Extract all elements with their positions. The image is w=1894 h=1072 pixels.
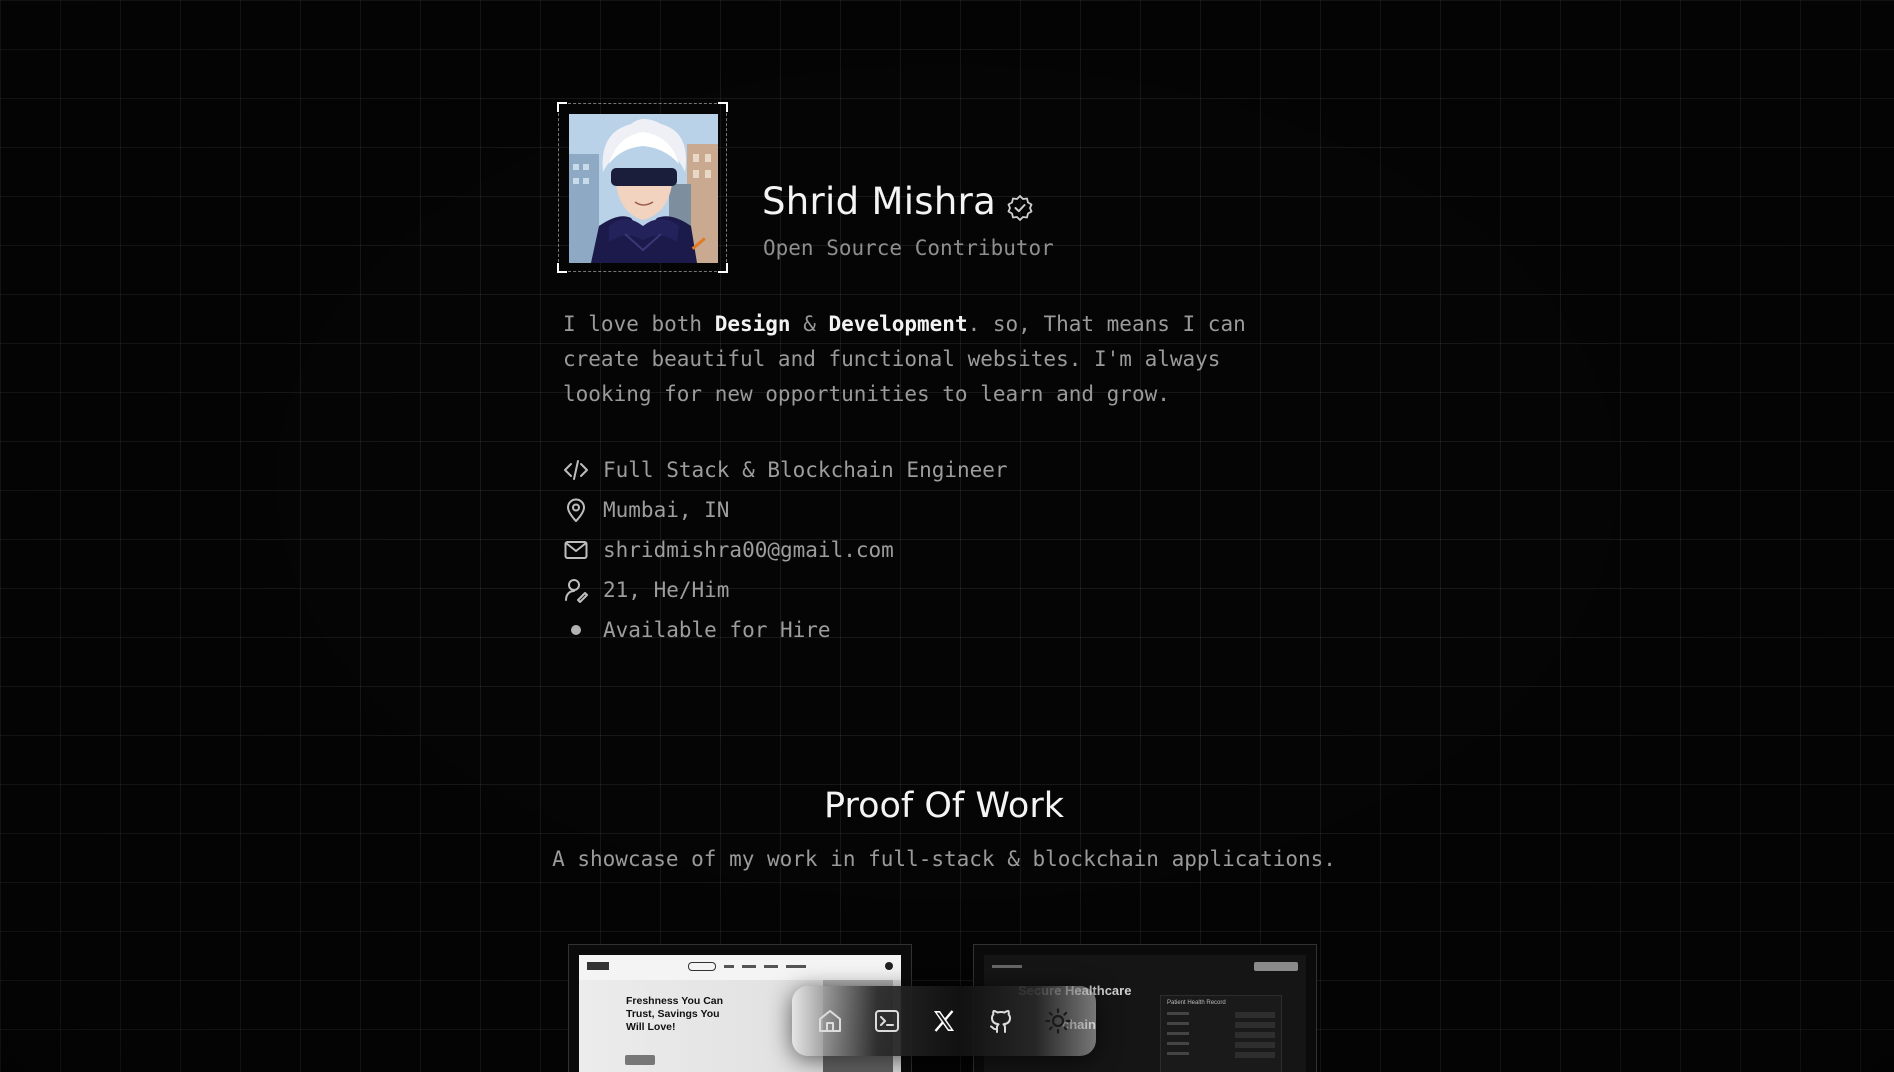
portfolio-page: Shrid Mishra Open Source Contributor I l… <box>0 0 1894 1072</box>
dock-github-button[interactable] <box>981 1001 1021 1041</box>
frame-corner <box>557 263 567 273</box>
bio-highlight-development: Development <box>828 312 968 336</box>
detail-item-pronouns: 21, He/Him <box>563 570 1008 610</box>
github-icon <box>989 1009 1011 1033</box>
bio-paragraph: I love both Design & Development. so, Th… <box>563 307 1263 412</box>
bio-highlight-design: Design <box>714 312 791 336</box>
dock-terminal-button[interactable] <box>867 1001 907 1041</box>
sun-icon <box>1044 1008 1071 1034</box>
user-pronouns-icon <box>563 577 589 603</box>
detail-text: Full Stack & Blockchain Engineer <box>603 458 1008 482</box>
dock-x-button[interactable] <box>924 1001 964 1041</box>
floating-dock <box>792 986 1096 1056</box>
detail-item-availability: Available for Hire <box>563 610 1008 650</box>
verified-badge-icon <box>1006 188 1034 221</box>
location-pin-icon <box>563 497 589 523</box>
mini-navbar <box>579 955 901 977</box>
mini-navbar <box>984 955 1306 977</box>
frame-corner <box>718 102 728 112</box>
project-hero-text: Freshness You Can Trust, Savings You Wil… <box>626 995 724 1033</box>
x-logo-icon <box>933 1010 954 1032</box>
profile-details-list: Full Stack & Blockchain Engineer Mumbai,… <box>563 450 1008 650</box>
avatar-frame <box>557 102 728 273</box>
frame-corner <box>557 102 567 112</box>
section-subtitle: A showcase of my work in full-stack & bl… <box>552 847 1336 871</box>
detail-item-occupation: Full Stack & Blockchain Engineer <box>563 450 1008 490</box>
mail-icon <box>563 537 589 563</box>
dock-theme-toggle-button[interactable] <box>1038 1001 1078 1041</box>
dock-home-button[interactable] <box>810 1001 850 1041</box>
frame-corner <box>718 263 728 273</box>
bio-text: & <box>790 312 829 336</box>
detail-text: 21, He/Him <box>603 578 730 602</box>
bio-text: I love both <box>563 312 715 336</box>
mini-record-panel: Patient Health Record <box>1160 995 1282 1072</box>
section-title: Proof Of Work <box>823 786 1064 826</box>
home-icon <box>819 1010 842 1032</box>
detail-text: Available for Hire <box>603 618 831 642</box>
mini-button <box>625 1055 655 1065</box>
code-icon <box>563 457 589 483</box>
terminal-icon <box>875 1010 900 1032</box>
email-link[interactable]: shridmishra00@gmail.com <box>603 538 894 562</box>
detail-item-email[interactable]: shridmishra00@gmail.com <box>563 530 1008 570</box>
detail-item-location: Mumbai, IN <box>563 490 1008 530</box>
profile-name-row: Shrid Mishra <box>762 180 1034 223</box>
avatar-illustration <box>569 114 718 263</box>
avatar[interactable] <box>569 114 718 263</box>
mini-panel-title: Patient Health Record <box>1167 1000 1226 1006</box>
profile-role: Open Source Contributor <box>763 236 1054 260</box>
detail-text: Mumbai, IN <box>603 498 730 522</box>
profile-name: Shrid Mishra <box>762 180 997 223</box>
status-dot-icon <box>563 617 589 643</box>
